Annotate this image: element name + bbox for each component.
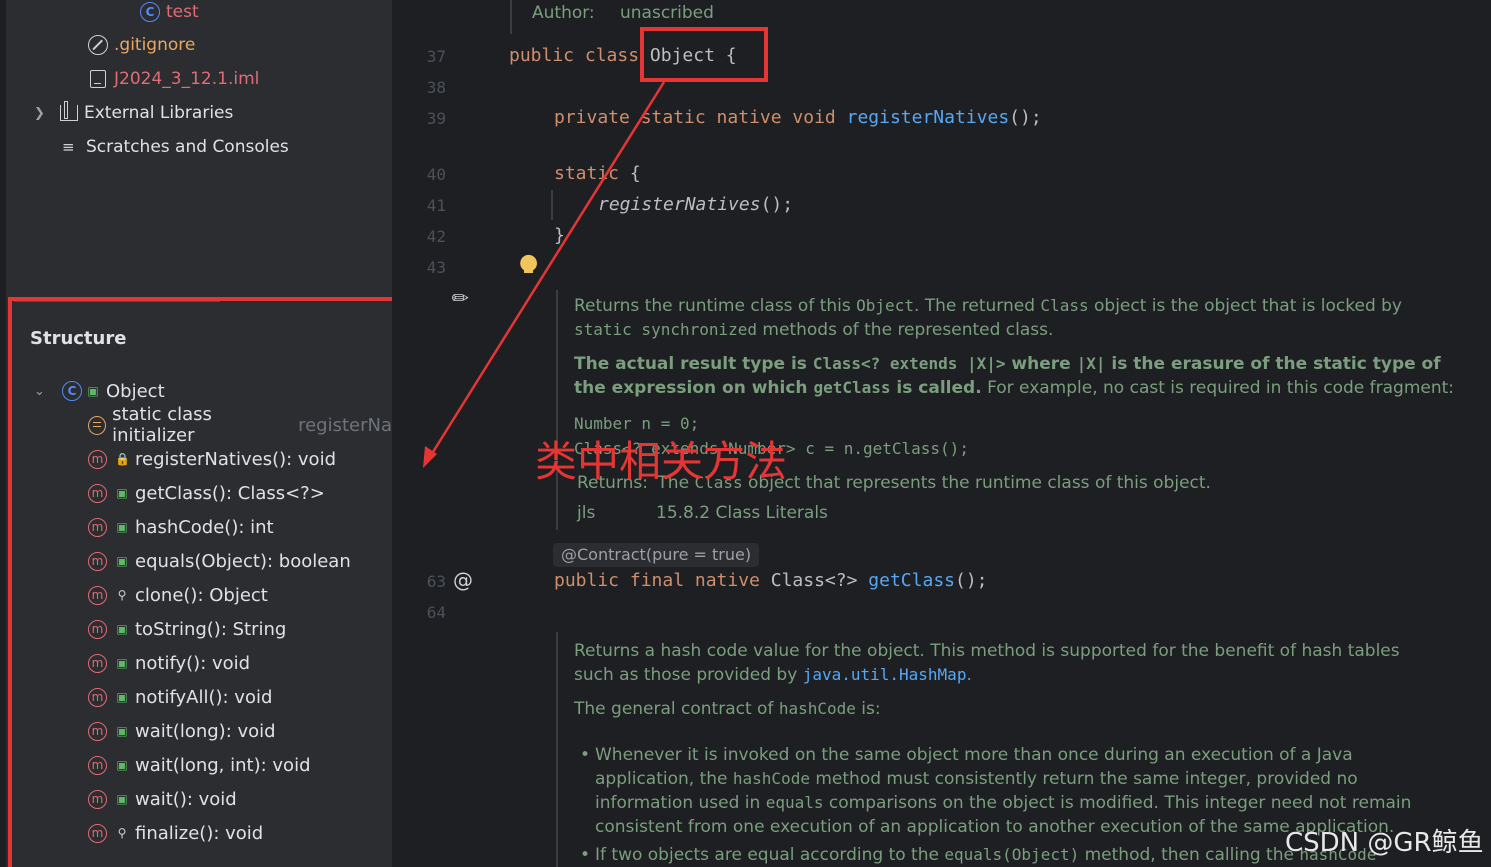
annotation-text: 类中相关方法 <box>535 437 788 486</box>
arrow-line <box>426 81 666 461</box>
watermark: CSDN @GR鲸鱼 <box>1285 828 1484 858</box>
